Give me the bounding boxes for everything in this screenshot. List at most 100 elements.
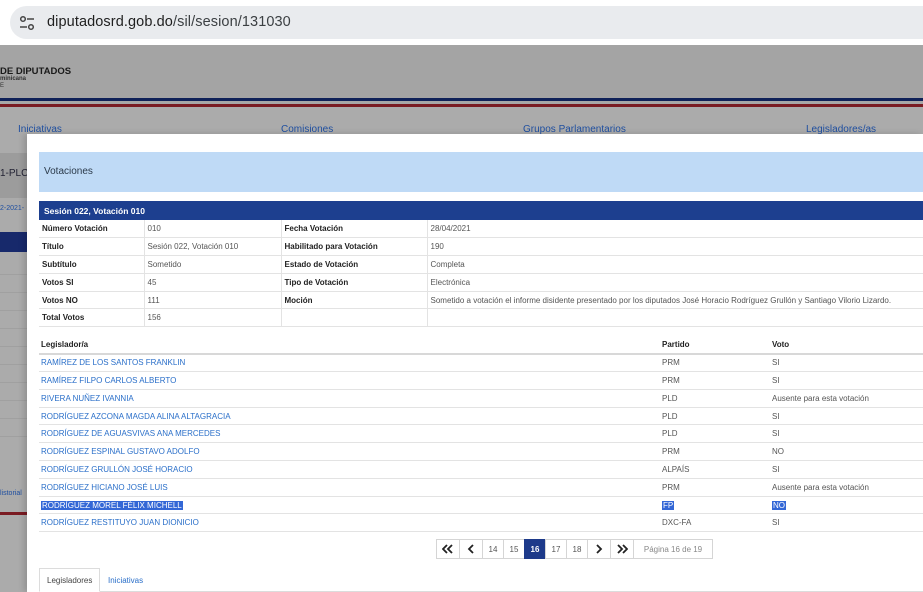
- legislators-body: RAMÍREZ DE LOS SANTOS FRANKLIN PRM SI RAMÍR…: [39, 353, 923, 533]
- party: FP: [662, 500, 675, 510]
- info-label: Fecha Votación: [281, 220, 428, 239]
- page-button-16-current[interactable]: 16: [524, 539, 546, 559]
- url-host: diputadosrd.gob.do: [47, 14, 173, 30]
- vote: SI: [772, 429, 780, 439]
- session-title-box: 1-PLC: [0, 153, 30, 198]
- legislator-name-cell[interactable]: RAMÍREZ FILPO CARLOS ALBERTO: [39, 371, 660, 390]
- info-value: [427, 308, 923, 328]
- legislator-name: RODRÍGUEZ AZCONA MAGDA ALINA ALTAGRACIA: [41, 411, 231, 421]
- info-row: Votos SI 45 Tipo de Votación Electrónica: [39, 273, 923, 292]
- party-cell: PLD: [660, 424, 770, 444]
- table-row: RODRÍGUEZ RESTITUYO JUAN DIONICIO DXC-FA S…: [39, 513, 923, 533]
- url-text[interactable]: diputadosrd.gob.do/sil/sesion/131030: [47, 14, 291, 30]
- party: PRM: [662, 482, 680, 492]
- column-header-voto: Voto: [770, 336, 923, 355]
- tab-legisladores[interactable]: Legisladores: [39, 568, 101, 592]
- legislator-name-cell[interactable]: RIVERA NUÑEZ IVANNIA: [39, 389, 660, 408]
- vote-cell: NO: [770, 442, 923, 462]
- tune-icon[interactable]: [18, 14, 36, 32]
- legislator-name-cell[interactable]: RODRÍGUEZ GRULLÓN JOSÉ HORACIO: [39, 460, 660, 479]
- legislator-name: RODRÍGUEZ HICIANO JOSÉ LUIS: [41, 482, 168, 492]
- legislator-name-cell[interactable]: RODRÍGUEZ MOREL FÉLIX MICHELL: [39, 496, 660, 515]
- table-row: RODRÍGUEZ ESPINAL GUSTAVO ADOLFO PRM NO: [39, 442, 923, 462]
- modal-title: Votaciones: [44, 166, 93, 177]
- vote: NO: [772, 447, 784, 457]
- vote: SI: [772, 411, 780, 421]
- prev-page-button[interactable]: [459, 539, 483, 559]
- tab-iniciativas[interactable]: Iniciativas: [101, 568, 150, 592]
- info-value: Sesión 022, Votación 010: [144, 237, 282, 257]
- legislator-name: RAMÍREZ FILPO CARLOS ALBERTO: [41, 375, 177, 385]
- legislators-table: Legislador/a Partido Voto RAMÍREZ DE LOS…: [39, 336, 923, 533]
- info-value: Sometido a votación el informe disidente…: [427, 291, 923, 310]
- page-info: Página 16 de 19: [633, 539, 713, 559]
- info-label: Subtítulo: [39, 255, 145, 274]
- votaciones-modal: Votaciones Sesión 022, Votación 010 Núme…: [27, 134, 923, 592]
- browser-toolbar: diputadosrd.gob.do/sil/sesion/131030: [0, 0, 923, 45]
- vote-cell: SI: [770, 407, 923, 426]
- page-button-17[interactable]: 17: [545, 539, 567, 559]
- info-value: 010: [144, 220, 282, 239]
- info-value: Completa: [427, 255, 923, 274]
- party-cell: PRM: [660, 478, 770, 497]
- vote: SI: [772, 375, 780, 385]
- info-label: [281, 308, 428, 328]
- legislator-name: RIVERA NUÑEZ IVANNIA: [41, 393, 134, 403]
- table-row: RIVERA NUÑEZ IVANNIA PLD Ausente para esta…: [39, 389, 923, 408]
- session-bar: [0, 232, 30, 252]
- section-header: Sesión 022, Votación 010: [39, 201, 923, 220]
- legislator-name: RODRÍGUEZ RESTITUYO JUAN DIONICIO: [41, 518, 199, 528]
- party-cell: PLD: [660, 389, 770, 408]
- table-row: RODRÍGUEZ DE AGUASVIVAS ANA MERCEDES PLD S…: [39, 424, 923, 444]
- address-bar[interactable]: diputadosrd.gob.do/sil/sesion/131030: [10, 6, 923, 39]
- session-title-text: 1-PLC: [0, 168, 29, 179]
- legislator-name: RODRÍGUEZ GRULLÓN JOSÉ HORACIO: [41, 464, 193, 474]
- info-label: Estado de Votación: [281, 255, 428, 274]
- info-row: Número Votación 010 Fecha Votación 28/04…: [39, 220, 923, 239]
- legislator-name-cell[interactable]: RODRÍGUEZ ESPINAL GUSTAVO ADOLFO: [39, 442, 660, 462]
- table-row: RAMÍREZ FILPO CARLOS ALBERTO PRM SI: [39, 371, 923, 390]
- info-label: Total Votos: [39, 308, 145, 328]
- url-path: /sil/sesion/131030: [172, 14, 291, 30]
- party: PRM: [662, 358, 680, 368]
- info-row: Subtítulo Sometido Estado de Votación Co…: [39, 255, 923, 274]
- last-page-button[interactable]: [610, 539, 634, 559]
- footer-stripe: [0, 512, 30, 515]
- page-button-18[interactable]: 18: [566, 539, 588, 559]
- info-value: 111: [144, 291, 282, 310]
- vote-cell: SI: [770, 460, 923, 479]
- info-label: Votos SI: [39, 273, 145, 292]
- legislator-name-cell[interactable]: RODRÍGUEZ DE AGUASVIVAS ANA MERCEDES: [39, 424, 660, 444]
- page-button-14[interactable]: 14: [482, 539, 504, 559]
- party: DXC-FA: [662, 518, 692, 528]
- pagination: 14 15 16 17 18 Página 16 de 19: [436, 539, 713, 559]
- column-header-legislador: Legislador/a: [39, 336, 660, 355]
- vote-cell: SI: [770, 353, 923, 373]
- page-button-15[interactable]: 15: [503, 539, 525, 559]
- party: PRM: [662, 375, 680, 385]
- legislator-name-cell[interactable]: RODRÍGUEZ HICIANO JOSÉ LUIS: [39, 478, 660, 497]
- legislator-name-cell[interactable]: RODRÍGUEZ RESTITUYO JUAN DIONICIO: [39, 513, 660, 533]
- party: PLD: [662, 429, 678, 439]
- vote-cell: NO: [770, 496, 923, 515]
- info-row: Votos NO 111 Moción Sometido a votación …: [39, 291, 923, 310]
- party-cell: PRM: [660, 442, 770, 462]
- info-row: Total Votos 156: [39, 308, 923, 328]
- next-page-button[interactable]: [587, 539, 611, 559]
- first-page-button[interactable]: [436, 539, 460, 559]
- info-value: 156: [144, 308, 282, 328]
- table-row: RAMÍREZ DE LOS SANTOS FRANKLIN PRM SI: [39, 353, 923, 373]
- modal-title-bar: Votaciones: [39, 152, 923, 192]
- table-row: RODRÍGUEZ GRULLÓN JOSÉ HORACIO ALPAÍS SI: [39, 460, 923, 479]
- legislator-name-cell[interactable]: RAMÍREZ DE LOS SANTOS FRANKLIN: [39, 353, 660, 373]
- party-cell: DXC-FA: [660, 513, 770, 533]
- table-header-row: Legislador/a Partido Voto: [39, 336, 923, 355]
- legislator-name-cell[interactable]: RODRÍGUEZ AZCONA MAGDA ALINA ALTAGRACIA: [39, 407, 660, 426]
- vote: Ausente para esta votación: [772, 393, 869, 403]
- history-link[interactable]: listorial: [0, 490, 22, 497]
- party: PLD: [662, 393, 678, 403]
- session-date: 2-2021-: [0, 205, 25, 212]
- vote-cell: Ausente para esta votación: [770, 478, 923, 497]
- vote-cell: SI: [770, 424, 923, 444]
- legislator-name: RAMÍREZ DE LOS SANTOS FRANKLIN: [41, 358, 186, 368]
